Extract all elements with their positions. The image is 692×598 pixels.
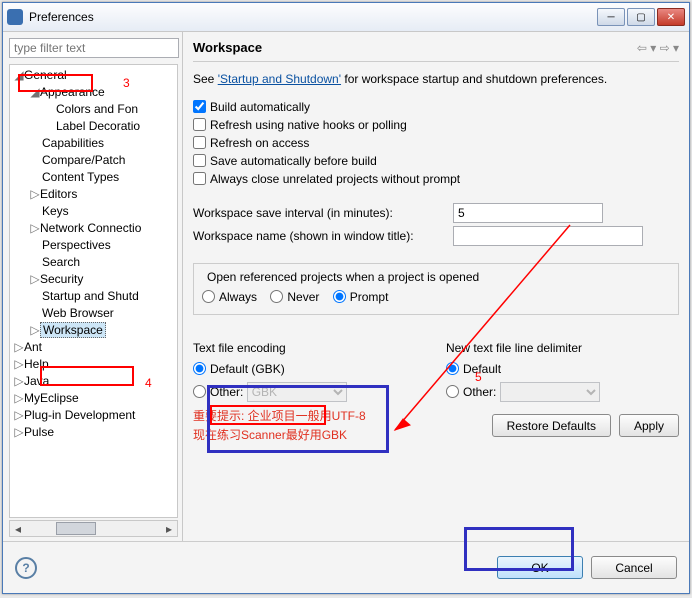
tree-help[interactable]: ▷Help — [10, 356, 177, 373]
tree-capabilities[interactable]: Capabilities — [10, 135, 177, 152]
preferences-window: Preferences ─ ▢ ✕ ◢General ◢Appearance C… — [2, 2, 690, 594]
close-unrelated-checkbox[interactable] — [193, 172, 206, 185]
page-nav-icons[interactable]: ⇦ ▾ ⇨ ▾ — [637, 41, 679, 55]
apply-button[interactable]: Apply — [619, 414, 679, 437]
tree-plugin-dev[interactable]: ▷Plug-in Development — [10, 407, 177, 424]
page-title: Workspace — [193, 40, 262, 55]
startup-shutdown-link[interactable]: 'Startup and Shutdown' — [218, 72, 341, 86]
annotation-5: 5 — [475, 370, 482, 384]
workspace-name-label: Workspace name (shown in window title): — [193, 229, 453, 243]
scroll-left-arrow[interactable]: ◂ — [10, 521, 26, 536]
tip-line-2: 现在练习Scanner最好用GBK — [193, 426, 492, 443]
tree-label-decorations[interactable]: Label Decoratio — [10, 118, 177, 135]
annotation-3: 3 — [123, 76, 130, 90]
open-referenced-group: Open referenced projects when a project … — [193, 263, 679, 315]
help-icon[interactable]: ? — [15, 557, 37, 579]
encoding-default-label: Default (GBK) — [210, 362, 285, 376]
titlebar[interactable]: Preferences ─ ▢ ✕ — [3, 3, 689, 31]
cancel-button[interactable]: Cancel — [591, 556, 677, 579]
tree-appearance[interactable]: ◢Appearance — [10, 84, 177, 101]
always-radio[interactable] — [202, 290, 215, 303]
sidebar: ◢General ◢Appearance Colors and Fon Labe… — [3, 32, 183, 541]
build-automatically-label: Build automatically — [210, 100, 310, 114]
delimiter-other-combo[interactable] — [500, 382, 600, 402]
tree-web-browser[interactable]: Web Browser — [10, 305, 177, 322]
delimiter-other-radio[interactable] — [446, 385, 459, 398]
annotation-4: 4 — [145, 376, 152, 390]
tree-pulse[interactable]: ▷Pulse — [10, 424, 177, 441]
tree-colors-fonts[interactable]: Colors and Fon — [10, 101, 177, 118]
save-interval-input[interactable] — [453, 203, 603, 223]
tree-workspace[interactable]: ▷Workspace — [10, 322, 177, 339]
tree-perspectives[interactable]: Perspectives — [10, 237, 177, 254]
tree-keys[interactable]: Keys — [10, 203, 177, 220]
window-title: Preferences — [29, 10, 597, 24]
refresh-hooks-checkbox[interactable] — [193, 118, 206, 131]
encoding-other-combo[interactable]: GBK — [247, 382, 347, 402]
app-icon — [7, 9, 23, 25]
never-radio[interactable] — [270, 290, 283, 303]
tree-myeclipse[interactable]: ▷MyEclipse — [10, 390, 177, 407]
tree-compare-patch[interactable]: Compare/Patch — [10, 152, 177, 169]
delimiter-other-label: Other: — [463, 385, 496, 399]
save-before-build-checkbox[interactable] — [193, 154, 206, 167]
scroll-thumb[interactable] — [56, 522, 96, 535]
workspace-name-input[interactable] — [453, 226, 643, 246]
save-interval-label: Workspace save interval (in minutes): — [193, 206, 453, 220]
restore-defaults-button[interactable]: Restore Defaults — [492, 414, 611, 437]
encoding-other-label: Other: — [210, 385, 243, 399]
tree-network[interactable]: ▷Network Connectio — [10, 220, 177, 237]
encoding-group: Text file encoding Default (GBK) Other: … — [193, 341, 426, 405]
refresh-hooks-label: Refresh using native hooks or polling — [210, 118, 407, 132]
description-text: See 'Startup and Shutdown' for workspace… — [193, 62, 679, 90]
delimiter-title: New text file line delimiter — [446, 341, 679, 355]
build-automatically-checkbox[interactable] — [193, 100, 206, 113]
encoding-other-radio[interactable] — [193, 385, 206, 398]
tree-ant[interactable]: ▷Ant — [10, 339, 177, 356]
minimize-button[interactable]: ─ — [597, 8, 625, 26]
open-referenced-title: Open referenced projects when a project … — [204, 270, 482, 284]
scroll-right-arrow[interactable]: ▸ — [161, 521, 177, 536]
close-button[interactable]: ✕ — [657, 8, 685, 26]
tree-search[interactable]: Search — [10, 254, 177, 271]
maximize-button[interactable]: ▢ — [627, 8, 655, 26]
tree-startup-shutdown[interactable]: Startup and Shutd — [10, 288, 177, 305]
tree-general[interactable]: ◢General — [10, 67, 177, 84]
tree-content-types[interactable]: Content Types — [10, 169, 177, 186]
ok-button[interactable]: OK — [497, 556, 583, 579]
close-unrelated-label: Always close unrelated projects without … — [210, 172, 460, 186]
refresh-access-label: Refresh on access — [210, 136, 309, 150]
filter-input[interactable] — [9, 38, 179, 58]
encoding-title: Text file encoding — [193, 341, 426, 355]
tree-security[interactable]: ▷Security — [10, 271, 177, 288]
delimiter-default-label: Default — [463, 362, 501, 376]
settings-panel: Workspace ⇦ ▾ ⇨ ▾ See 'Startup and Shutd… — [183, 32, 689, 541]
tip-line-1: 重要提示: 企业项目一般用UTF-8 — [193, 407, 492, 424]
encoding-default-radio[interactable] — [193, 362, 206, 375]
preference-tree[interactable]: ◢General ◢Appearance Colors and Fon Labe… — [9, 64, 178, 518]
tree-editors[interactable]: ▷Editors — [10, 186, 177, 203]
delimiter-default-radio[interactable] — [446, 362, 459, 375]
prompt-radio[interactable] — [333, 290, 346, 303]
refresh-access-checkbox[interactable] — [193, 136, 206, 149]
dialog-footer: ? OK Cancel — [3, 541, 689, 593]
save-before-build-label: Save automatically before build — [210, 154, 377, 168]
tree-horizontal-scrollbar[interactable]: ◂ ▸ — [9, 520, 178, 537]
